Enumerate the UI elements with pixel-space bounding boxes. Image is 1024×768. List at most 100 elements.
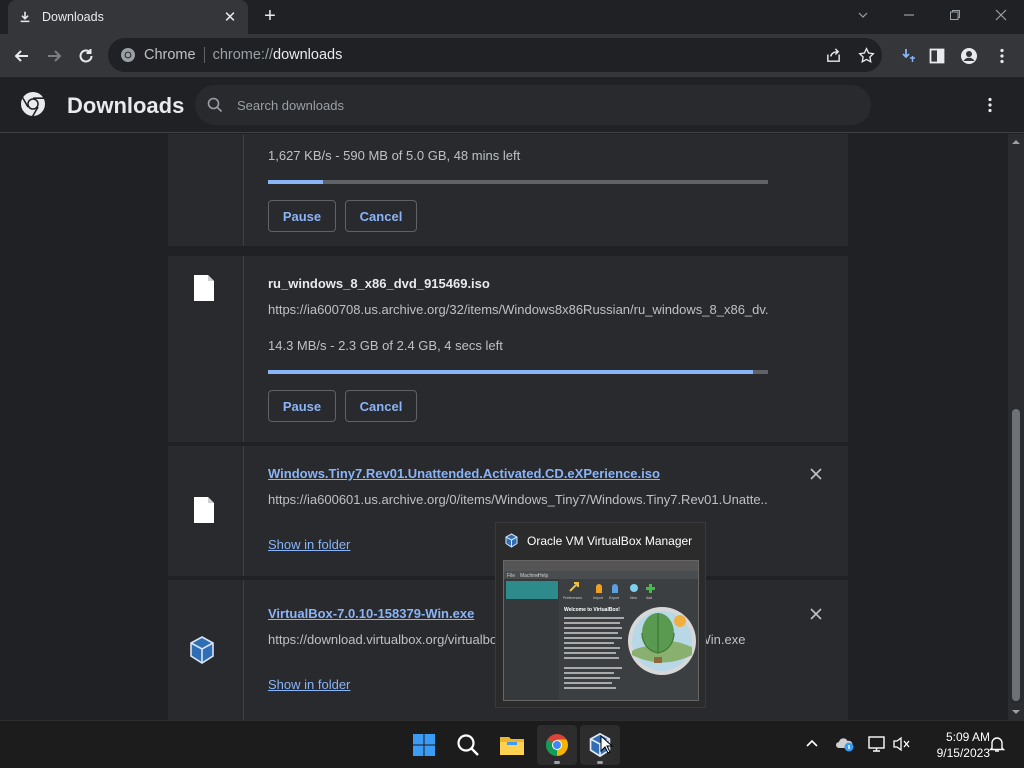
profile-button[interactable] <box>956 43 982 69</box>
file-explorer-button[interactable] <box>492 725 532 765</box>
side-panel-icon <box>929 48 945 64</box>
pause-button[interactable]: Pause <box>268 390 336 422</box>
show-hidden-icons-button[interactable] <box>801 733 823 755</box>
restore-button[interactable] <box>932 0 978 30</box>
notifications-button[interactable] <box>986 733 1008 755</box>
start-button[interactable] <box>404 725 444 765</box>
download-icon-column <box>168 446 244 576</box>
scroll-down-icon[interactable] <box>1012 708 1020 716</box>
onedrive-tray-button[interactable] <box>834 733 856 755</box>
chrome-taskbar-button[interactable] <box>537 725 577 765</box>
cancel-button[interactable]: Cancel <box>345 200 417 232</box>
thumb-tool-export: Export <box>609 596 619 600</box>
running-indicator <box>554 761 560 764</box>
chrome-icon <box>546 734 568 756</box>
tab-close-icon[interactable]: ✕ <box>222 8 238 26</box>
pause-button[interactable]: Pause <box>268 200 336 232</box>
file-name-link[interactable]: VirtualBox-7.0.10-158379-Win.exe <box>268 606 474 621</box>
download-progress-fill <box>268 180 323 184</box>
download-progress-icon <box>902 49 915 62</box>
clock-time: 5:09 AM <box>945 730 990 744</box>
downloads-button[interactable] <box>895 43 921 69</box>
virtualbox-window-thumbnail: File Machine Help Preferences Import Exp… <box>504 561 698 700</box>
taskbar-search-button[interactable] <box>448 725 488 765</box>
thumb-welcome: Welcome to VirtualBox! <box>564 607 620 613</box>
clock-date: 9/15/2023 <box>936 746 990 760</box>
url-host: downloads <box>273 47 343 63</box>
chrome-icon <box>121 48 135 62</box>
reload-button[interactable] <box>73 43 99 69</box>
browser-toolbar: Chrome chrome://downloads <box>0 34 1024 77</box>
bookmark-button[interactable] <box>855 44 877 66</box>
more-vert-icon <box>988 97 992 113</box>
download-item: 1,627 KB/s - 590 MB of 5.0 GB, 48 mins l… <box>168 134 848 246</box>
file-url[interactable]: https://ia600708.us.archive.org/32/items… <box>268 302 768 317</box>
file-url[interactable]: https://ia600601.us.archive.org/0/items/… <box>268 492 768 507</box>
page-title: Downloads <box>67 93 185 118</box>
virtualbox-icon <box>190 636 214 664</box>
search-icon <box>207 97 223 113</box>
download-icon-column <box>168 580 244 720</box>
side-panel-button[interactable] <box>924 43 950 69</box>
start-icon <box>413 734 435 756</box>
search-input[interactable] <box>237 97 837 113</box>
cancel-button[interactable]: Cancel <box>345 390 417 422</box>
page-scrollbar[interactable] <box>1008 134 1024 720</box>
tab-downloads[interactable]: Downloads ✕ <box>8 0 248 34</box>
thumb-tool-add: Add <box>646 596 652 600</box>
new-tab-button[interactable]: + <box>258 5 282 29</box>
download-icon-column <box>168 256 244 442</box>
remove-from-list-button[interactable] <box>808 606 824 622</box>
file-explorer-icon <box>500 737 524 755</box>
taskbar-clock[interactable]: 5:09 AM 9/15/2023 <box>920 729 990 761</box>
profile-icon <box>961 48 977 64</box>
close-icon <box>810 468 822 480</box>
show-in-folder-link[interactable]: Show in folder <box>268 677 350 692</box>
network-tray-button[interactable] <box>866 733 888 755</box>
running-indicator <box>597 761 603 764</box>
network-icon <box>868 736 885 752</box>
bell-icon <box>988 737 1006 752</box>
download-item: ru_windows_8_x86_dvd_915469.iso https://… <box>168 256 848 442</box>
chevron-up-icon <box>806 739 818 747</box>
back-button[interactable] <box>9 43 35 69</box>
address-bar[interactable]: Chrome chrome://downloads <box>108 38 882 72</box>
volume-tray-button[interactable] <box>891 733 913 755</box>
site-chip[interactable]: Chrome <box>144 47 205 63</box>
download-progress-bar <box>268 180 768 184</box>
thumb-menu-help: Help <box>538 573 549 579</box>
scroll-thumb[interactable] <box>1012 409 1020 701</box>
tab-search-button[interactable] <box>840 0 886 30</box>
thumb-tool-preferences: Preferences <box>563 596 582 600</box>
volume-muted-icon <box>893 736 910 752</box>
forward-button[interactable] <box>41 43 67 69</box>
title-bar: Downloads ✕ + <box>0 0 1024 34</box>
taskbar-window-preview[interactable]: Oracle VM VirtualBox Manager File Machin… <box>495 522 706 708</box>
restore-icon <box>950 10 960 20</box>
download-status: 1,627 KB/s - 590 MB of 5.0 GB, 48 mins l… <box>268 148 521 163</box>
downloads-menu-button[interactable] <box>978 93 1002 117</box>
search-downloads-box[interactable] <box>195 85 871 125</box>
chrome-menu-button[interactable] <box>989 43 1015 69</box>
close-window-button[interactable] <box>978 0 1024 30</box>
minimize-button[interactable] <box>886 0 932 30</box>
cloud-info-icon <box>836 738 854 752</box>
scroll-up-icon[interactable] <box>1012 138 1020 146</box>
close-icon <box>810 608 822 620</box>
more-vert-icon <box>1000 48 1004 64</box>
thumb-tool-import: Import <box>593 596 603 600</box>
download-icon <box>20 11 30 23</box>
show-in-folder-link[interactable]: Show in folder <box>268 537 350 552</box>
minimize-icon <box>904 14 914 16</box>
remove-from-list-button[interactable] <box>808 466 824 482</box>
share-button[interactable] <box>822 44 844 66</box>
thumb-tool-new: New <box>630 596 637 600</box>
download-icon-column <box>168 134 244 246</box>
downloads-header: Downloads <box>0 77 1024 133</box>
file-name-link[interactable]: Windows.Tiny7.Rev01.Unattended.Activated… <box>268 466 660 481</box>
search-icon <box>457 734 479 756</box>
arrow-left-icon <box>14 50 28 62</box>
download-status: 14.3 MB/s - 2.3 GB of 2.4 GB, 4 secs lef… <box>268 338 503 353</box>
download-progress-bar <box>268 370 768 374</box>
close-icon <box>995 9 1007 21</box>
